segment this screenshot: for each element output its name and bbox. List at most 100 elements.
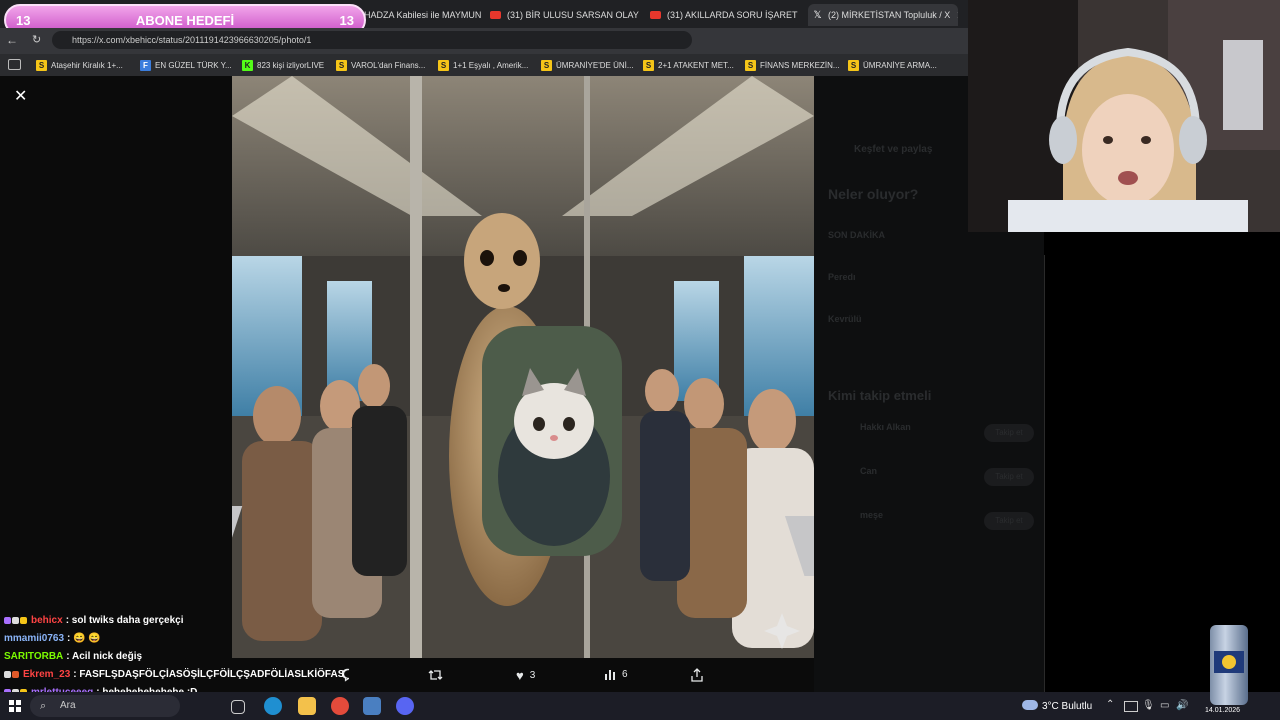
url-field[interactable]: https://x.com/xbehicc/status/20111914239… xyxy=(52,31,692,49)
chat-text: : Acil nick değiş xyxy=(66,651,143,662)
windows-start-icon[interactable] xyxy=(9,700,21,712)
bookmark-label: 2+1 ATAKENT MET... xyxy=(658,60,734,70)
chat-username: Ekrem_23 xyxy=(23,669,71,680)
bookmark-icon: S xyxy=(438,59,449,71)
youtube-icon xyxy=(650,11,661,19)
obs-app-icon[interactable] xyxy=(331,697,349,715)
views-button[interactable]: 6 xyxy=(604,668,628,680)
bookmark-icon: K xyxy=(242,59,253,71)
tab-title: (31) BİR ULUSU SARSAN OLAY / G xyxy=(507,10,640,20)
repost-icon xyxy=(428,670,443,680)
bookmark-item[interactable]: F EN GÜZEL TÜRK Y... xyxy=(140,58,232,72)
post-image[interactable] xyxy=(232,76,814,658)
views-count: 6 xyxy=(622,668,628,680)
reload-icon[interactable]: ↻ xyxy=(32,33,41,46)
tab-hadza[interactable]: HADZA Kabilesi ile MAYMUN ✕ xyxy=(364,4,482,26)
file-explorer-icon[interactable] xyxy=(298,697,316,715)
trend-item[interactable]: Peredı xyxy=(828,272,856,282)
x-icon: 𝕏 xyxy=(813,9,822,21)
bookmark-item[interactable]: S Ataşehir Kiralık 1+... xyxy=(36,58,123,72)
bookmark-label: VAROL'dan Finans... xyxy=(351,60,426,70)
close-icon[interactable]: ✕ xyxy=(950,9,958,22)
volume-icon[interactable]: 🔊 xyxy=(1176,700,1188,711)
bookmark-icon: S xyxy=(36,59,47,71)
chat-username: behicx xyxy=(31,615,63,626)
repost-button[interactable] xyxy=(428,668,449,682)
taskbar-search[interactable]: ⌕ Ara xyxy=(30,695,180,717)
follow-suggestion-name: meşe xyxy=(860,510,884,520)
reply-button[interactable] xyxy=(342,668,362,682)
back-icon[interactable]: ← xyxy=(6,33,18,47)
chat-message: behicx : sol twiks daha gerçekçi xyxy=(4,615,184,626)
tab-mirketistan[interactable]: 𝕏 (2) MİRKETİSTAN Topluluk / X ✕ xyxy=(808,4,958,26)
bookmark-icon: F xyxy=(140,59,151,71)
close-icon[interactable]: ✕ xyxy=(481,9,482,22)
chat-text: : 😄 😄 xyxy=(67,633,101,644)
network-icon[interactable]: ▭ xyxy=(1160,700,1169,711)
bookmarks-apps-icon[interactable] xyxy=(8,59,21,70)
badge-icon xyxy=(12,671,19,678)
chat-text: : sol twiks daha gerçekçi xyxy=(65,615,184,626)
bookmark-label: 1+1 Eşyalı , Amerik... xyxy=(453,60,529,70)
bookmark-label: ÜMRANİYE'DE ÜNİ... xyxy=(556,60,634,70)
chat-message: mmamii0763 : 😄 😄 xyxy=(4,633,101,644)
subway-meerkat-image xyxy=(232,76,814,658)
badge-icon xyxy=(20,617,27,624)
trend-item[interactable]: Kevrülü xyxy=(828,314,862,324)
whats-happening-title: Neler oluyor? xyxy=(828,186,919,202)
bookmark-item[interactable]: S ÜMRANİYE'DE ÜNİ... xyxy=(541,58,634,72)
bookmark-item[interactable]: S FİNANS MERKEZİN... xyxy=(745,58,840,72)
clock-date[interactable]: 14.01.2026 xyxy=(1205,707,1240,714)
bookmark-icon: S xyxy=(848,59,859,71)
close-viewer-icon[interactable]: ✕ xyxy=(14,86,27,106)
microphone-icon[interactable]: 🎙 xyxy=(1142,700,1155,711)
tray-app-icon[interactable] xyxy=(1124,701,1138,712)
task-view-icon[interactable] xyxy=(231,700,245,714)
tab-title: (2) MİRKETİSTAN Topluluk / X xyxy=(828,10,951,20)
weather-text[interactable]: 3°C Bulutlu xyxy=(1042,701,1092,712)
bookmark-item[interactable]: S ÜMRANİYE ARMA... xyxy=(848,58,937,72)
bookmark-item[interactable]: K 823 kişi izliyorLIVE xyxy=(242,58,324,72)
webcam-overlay xyxy=(968,0,1280,232)
edge-browser-icon[interactable] xyxy=(264,697,282,715)
bookmark-item[interactable]: S 2+1 ATAKENT MET... xyxy=(643,58,734,72)
who-to-follow-title: Kimi takip etmeli xyxy=(828,388,932,403)
tab-title: (31) AKILLARDA SORU İŞARETİ BIR xyxy=(667,10,798,20)
share-button[interactable] xyxy=(690,668,710,682)
tab-title: HADZA Kabilesi ile MAYMUN xyxy=(364,10,482,20)
bookmark-icon: S xyxy=(336,59,347,71)
search-icon: ⌕ xyxy=(40,700,47,712)
discord-icon[interactable] xyxy=(396,697,414,715)
badge-icon xyxy=(12,617,19,624)
url-text: https://x.com/xbehicc/status/20111914239… xyxy=(72,35,312,45)
tab-bir-ulusu[interactable]: (31) BİR ULUSU SARSAN OLAY / G ✕ xyxy=(490,4,640,26)
chat-message: Ekrem_23 : FASFLŞDAŞFÖLÇİASÖŞİLÇFÖİLÇŞAD… xyxy=(4,669,344,680)
share-icon xyxy=(691,668,703,682)
bookmark-label: Ataşehir Kiralık 1+... xyxy=(51,60,123,70)
app-icon[interactable] xyxy=(363,697,381,715)
badge-icon xyxy=(4,671,11,678)
weather-cloud-icon xyxy=(1022,700,1038,710)
bookmark-label: EN GÜZEL TÜRK Y... xyxy=(155,60,232,70)
bookmark-item[interactable]: S 1+1 Eşyalı , Amerik... xyxy=(438,58,528,72)
youtube-icon xyxy=(490,11,501,19)
share-label: Keşfet ve paylaş xyxy=(854,144,933,155)
search-placeholder: Ara xyxy=(60,700,76,711)
like-button[interactable]: ♥ 3 xyxy=(516,668,535,683)
bookmark-icon: S xyxy=(745,59,756,71)
follow-button[interactable]: Takip et xyxy=(984,512,1034,530)
bookmark-label: FİNANS MERKEZİN... xyxy=(760,60,840,70)
bookmark-item[interactable]: S VAROL'dan Finans... xyxy=(336,58,425,72)
follow-button[interactable]: Takip et xyxy=(984,468,1034,486)
goal-label: ABONE HEDEFİ xyxy=(135,13,235,28)
tray-chevron-icon[interactable]: ⌃ xyxy=(1106,699,1114,710)
bookmark-label: ÜMRANİYE ARMA... xyxy=(863,60,937,70)
chat-username: mmamii0763 xyxy=(4,633,65,644)
tab-akillarda[interactable]: (31) AKILLARDA SORU İŞARETİ BIR ✕ xyxy=(650,4,798,26)
chat-text: : FASFLŞDAŞFÖLÇİASÖŞİLÇFÖİLÇŞADFÖLİASLKİ… xyxy=(73,669,345,680)
follow-suggestion-name: Can xyxy=(860,466,878,476)
follow-button[interactable]: Takip et xyxy=(984,424,1034,442)
bookmark-label: 823 kişi izliyorLIVE xyxy=(257,60,325,70)
chat-message: SARITORBA : Acil nick değiş xyxy=(4,651,142,662)
badge-icon xyxy=(4,617,11,624)
